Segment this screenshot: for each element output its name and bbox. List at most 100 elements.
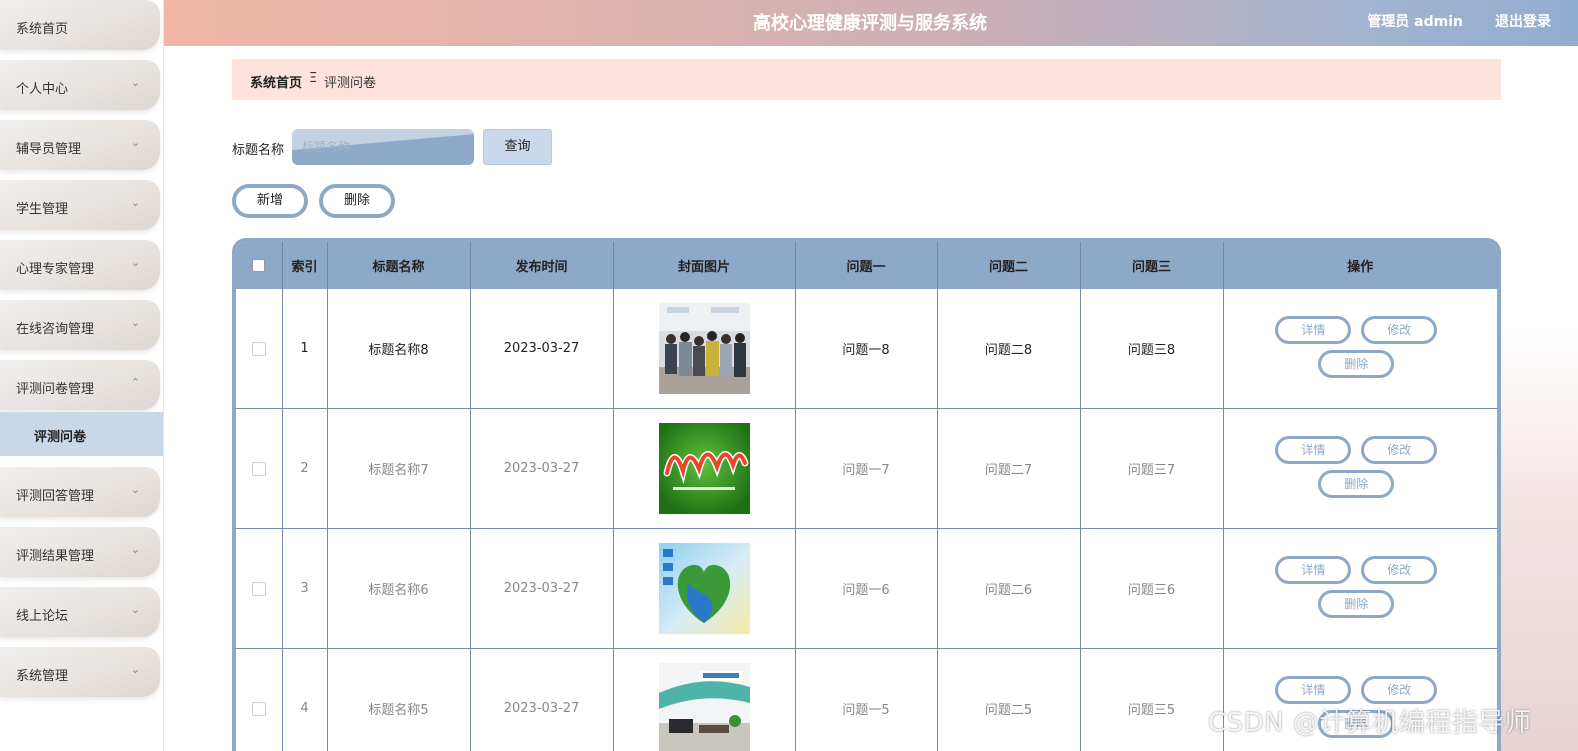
batch-delete-button[interactable]: 删除	[319, 184, 395, 218]
sidebar-item-label: 个人中心	[16, 82, 69, 97]
row-checkbox[interactable]	[251, 461, 266, 476]
current-user: 管理员 admin	[1367, 14, 1463, 30]
cell-q3: 问题三6	[1080, 528, 1224, 649]
chevron-down-icon: ⌄	[130, 196, 140, 209]
row-checkbox[interactable]	[251, 581, 266, 596]
cell-title: 标题名称7	[327, 408, 471, 529]
delete-button[interactable]: 删除	[1318, 349, 1395, 378]
sidebar-item-personal-center[interactable]: 个人中心 ⌄	[0, 60, 160, 110]
edit-button[interactable]: 修改	[1361, 675, 1438, 704]
cell-title: 标题名称8	[327, 289, 471, 409]
chevron-down-icon: ⌄	[130, 76, 140, 89]
top-header: 高校心理健康评测与服务系统 管理员 admin 退出登录	[163, 0, 1578, 46]
cell-q1: 问题一7	[795, 408, 938, 529]
chevron-down-icon: ⌄	[130, 663, 140, 676]
row-actions: 详情 修改 删除	[1275, 315, 1445, 382]
cell-title: 标题名称6	[327, 528, 471, 649]
sidebar-item-system[interactable]: 系统管理 ⌄	[0, 647, 160, 697]
cell-q2: 问题二5	[937, 648, 1081, 751]
sidebar-item-counselor[interactable]: 辅导员管理 ⌄	[0, 120, 160, 170]
detail-button[interactable]: 详情	[1275, 315, 1352, 344]
column-header: 操作	[1223, 242, 1497, 289]
header-select-all[interactable]	[236, 242, 283, 289]
watermark-text: CSDN @计算机编程指导师	[1208, 708, 1532, 738]
breadcrumb-separator-icon: Ξ	[309, 71, 318, 86]
sidebar-subitem-questionnaire[interactable]: 评测问卷	[0, 412, 163, 456]
sidebar-item-questionnaire[interactable]: 评测问卷管理 ⌃	[0, 360, 160, 410]
row-actions: 详情 修改 删除	[1275, 435, 1445, 502]
sidebar-item-label: 评测问卷管理	[16, 382, 95, 397]
cell-index: 1	[282, 289, 328, 409]
cover-image-office	[658, 663, 750, 751]
sidebar-item-student[interactable]: 学生管理 ⌄	[0, 180, 160, 230]
sidebar-item-home[interactable]: 系统首页	[0, 0, 160, 50]
sidebar-item-consult[interactable]: 在线咨询管理 ⌄	[0, 300, 160, 350]
sidebar-item-label: 线上论坛	[16, 609, 69, 624]
edit-button[interactable]: 修改	[1361, 555, 1438, 584]
column-header: 发布时间	[470, 242, 614, 289]
chevron-down-icon: ⌄	[130, 543, 140, 556]
sidebar-item-label: 评测结果管理	[16, 549, 95, 564]
cell-q3: 问题三7	[1080, 408, 1224, 529]
sidebar-item-label: 系统首页	[16, 22, 69, 37]
row-checkbox[interactable]	[251, 341, 266, 356]
delete-button[interactable]: 删除	[1318, 469, 1395, 498]
query-button[interactable]: 查询	[483, 129, 552, 165]
cell-q3: 问题三8	[1080, 289, 1224, 409]
title-search-input[interactable]	[292, 129, 474, 165]
table-row: 3 标题名称6 2023-03-27 问题一6 问题二6 问题三6 详情 修改 …	[236, 528, 1497, 649]
column-header: 索引	[282, 242, 328, 289]
column-header: 标题名称	[327, 242, 471, 289]
sidebar-item-expert[interactable]: 心理专家管理 ⌄	[0, 240, 160, 290]
detail-button[interactable]: 详情	[1275, 435, 1352, 464]
column-header: 封面图片	[613, 242, 796, 289]
sidebar-item-label: 在线咨询管理	[16, 322, 95, 337]
cell-title: 标题名称5	[327, 648, 471, 751]
sidebar-item-label: 辅导员管理	[16, 142, 82, 157]
column-header: 问题三	[1080, 242, 1224, 289]
detail-button[interactable]: 详情	[1275, 555, 1352, 584]
cover-image-green-poster	[658, 423, 750, 514]
chevron-down-icon: ⌄	[130, 136, 140, 149]
detail-button[interactable]: 详情	[1275, 675, 1352, 704]
cover-image-heart-globe	[658, 543, 750, 634]
search-label: 标题名称	[232, 143, 285, 158]
row-checkbox[interactable]	[251, 701, 266, 716]
chevron-down-icon: ⌄	[130, 256, 140, 269]
cell-date: 2023-03-27	[470, 408, 614, 529]
cell-index: 2	[282, 408, 328, 529]
select-all-checkbox[interactable]	[252, 259, 266, 272]
cell-q1: 问题一5	[795, 648, 938, 751]
edit-button[interactable]: 修改	[1361, 315, 1438, 344]
cell-q2: 问题二6	[937, 528, 1081, 649]
cell-index: 3	[282, 528, 328, 649]
app-root: 系统首页 个人中心 ⌄ 辅导员管理 ⌄ 学生管理 ⌄ 心理专家管理 ⌄ 在线咨询…	[0, 0, 1578, 751]
chevron-down-icon: ⌄	[130, 603, 140, 616]
add-button[interactable]: 新增	[232, 184, 308, 218]
sidebar-item-answers[interactable]: 评测回答管理 ⌄	[0, 467, 160, 517]
table-header-row: 索引 标题名称 发布时间 封面图片 问题一 问题二 问题三 操作	[236, 242, 1497, 289]
table-row: 1 标题名称8 2023-03-27 问题一8 问题二8 问题三8 详情 修改 …	[236, 289, 1497, 409]
logout-link[interactable]: 退出登录	[1495, 11, 1551, 31]
cell-q2: 问题二8	[937, 289, 1081, 409]
sidebar-item-label: 评测回答管理	[16, 489, 95, 504]
edit-button[interactable]: 修改	[1361, 435, 1438, 464]
breadcrumb-home[interactable]: 系统首页	[250, 72, 302, 91]
sidebar-item-label: 系统管理	[16, 669, 69, 684]
row-actions: 详情 修改 删除	[1275, 555, 1445, 622]
chevron-down-icon: ⌄	[130, 483, 140, 496]
cell-q2: 问题二7	[937, 408, 1081, 529]
background-decoration	[1498, 330, 1578, 751]
table-row: 2 标题名称7 2023-03-27 问题一7 问题二7 问题三7 详情 修改 …	[236, 408, 1497, 529]
breadcrumb-current: 评测问卷	[324, 76, 377, 91]
cell-q1: 问题一8	[795, 289, 938, 409]
sidebar-item-label: 学生管理	[16, 202, 69, 217]
column-header: 问题二	[937, 242, 1081, 289]
delete-button[interactable]: 删除	[1318, 589, 1395, 618]
sidebar: 系统首页 个人中心 ⌄ 辅导员管理 ⌄ 学生管理 ⌄ 心理专家管理 ⌄ 在线咨询…	[0, 0, 164, 751]
column-header: 问题一	[795, 242, 938, 289]
cell-date: 2023-03-27	[470, 528, 614, 649]
sidebar-item-results[interactable]: 评测结果管理 ⌄	[0, 527, 160, 577]
sidebar-item-forum[interactable]: 线上论坛 ⌄	[0, 587, 160, 637]
chevron-up-icon: ⌃	[130, 376, 140, 389]
